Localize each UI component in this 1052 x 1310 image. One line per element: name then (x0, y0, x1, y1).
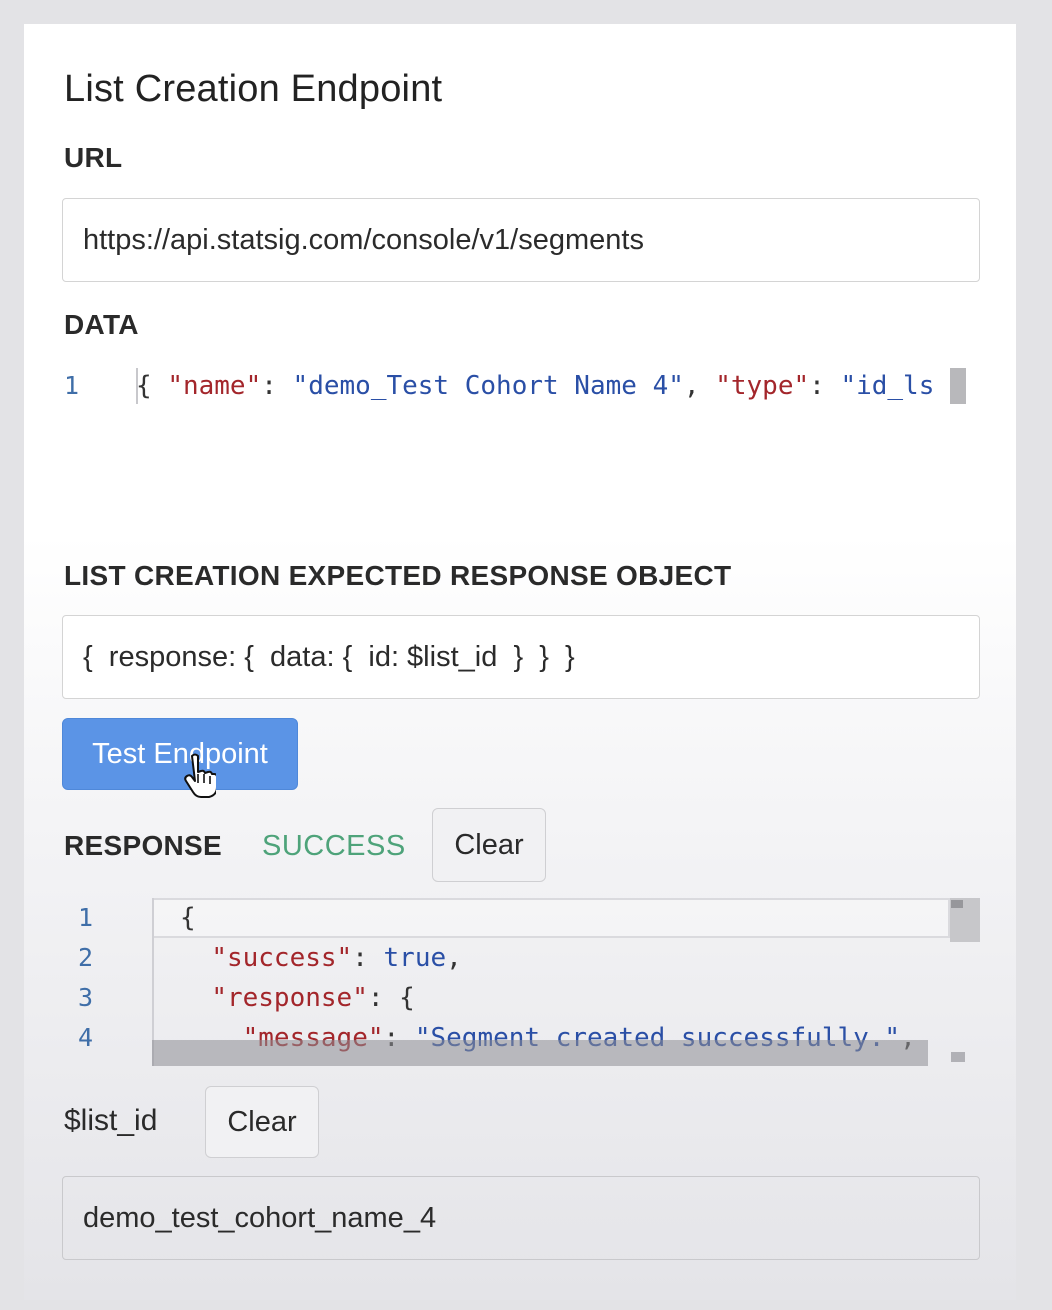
expected-response-label: LIST CREATION EXPECTED RESPONSE OBJECT (64, 560, 732, 591)
code-line: 1{ (64, 898, 1024, 938)
response-code: 1{ 2 "success": true, 3 "response": { 4 … (64, 898, 1024, 1058)
code-line: 2 "success": true, (64, 938, 1024, 978)
json-punct: : (352, 943, 384, 973)
scroll-down-arrow-icon[interactable] (951, 1052, 965, 1062)
data-editor-gutter (136, 368, 138, 404)
json-colon: : (261, 371, 293, 401)
clear-list-id-button[interactable]: Clear (205, 1086, 319, 1158)
expected-response-input[interactable]: { response: { data: { id: $list_id } } } (62, 615, 980, 699)
json-punct: { (180, 903, 196, 933)
list-id-input[interactable]: demo_test_cohort_name_4 (62, 1176, 980, 1260)
json-key-type: "type" (715, 371, 810, 401)
line-number: 1 (78, 903, 94, 932)
json-value-type: "id_l (840, 371, 919, 401)
response-horizontal-scrollbar[interactable] (152, 1040, 928, 1066)
list-id-value: demo_test_cohort_name_4 (83, 1201, 437, 1234)
section-title: List Creation Endpoint (64, 68, 443, 110)
data-editor[interactable]: { "name": "demo_Test Cohort Name 4", "ty… (136, 366, 982, 406)
url-label: URL (64, 142, 123, 173)
response-label: RESPONSE (64, 830, 222, 861)
json-value-name: "demo_Test Cohort Name 4" (292, 371, 684, 401)
url-value: https://api.statsig.com/console/v1/segme… (83, 223, 644, 256)
json-colon: : (809, 371, 841, 401)
json-punct: , (446, 943, 462, 973)
expected-response-value: { response: { data: { id: $list_id } } } (83, 640, 575, 673)
json-key: "response" (211, 983, 368, 1013)
json-key: "success" (211, 943, 353, 973)
json-punct: : (367, 983, 400, 1013)
data-line-number: 1 (64, 371, 80, 400)
endpoint-config-card: List Creation Endpoint URL https://api.s… (24, 24, 1016, 1300)
scroll-up-arrow-icon[interactable] (951, 900, 963, 908)
response-status-badge: SUCCESS (262, 830, 406, 862)
clear-response-button[interactable]: Clear (432, 808, 546, 882)
line-number: 3 (78, 983, 94, 1012)
url-input[interactable]: https://api.statsig.com/console/v1/segme… (62, 198, 980, 282)
list-id-label: $list_id (64, 1104, 158, 1137)
test-endpoint-button[interactable]: Test Endpoint (62, 718, 298, 790)
text-cursor-icon (950, 368, 966, 404)
json-value: true (383, 943, 447, 973)
code-line: 3 "response": { (64, 978, 1024, 1018)
json-key-name: "name" (167, 371, 262, 401)
json-brace: { (136, 371, 168, 401)
line-number: 2 (78, 943, 94, 972)
json-comma: , (683, 371, 716, 401)
hand-pointer-icon (184, 753, 216, 798)
data-label: DATA (64, 309, 139, 340)
json-value-type-tail: s (918, 371, 935, 401)
json-punct: { (399, 983, 415, 1013)
